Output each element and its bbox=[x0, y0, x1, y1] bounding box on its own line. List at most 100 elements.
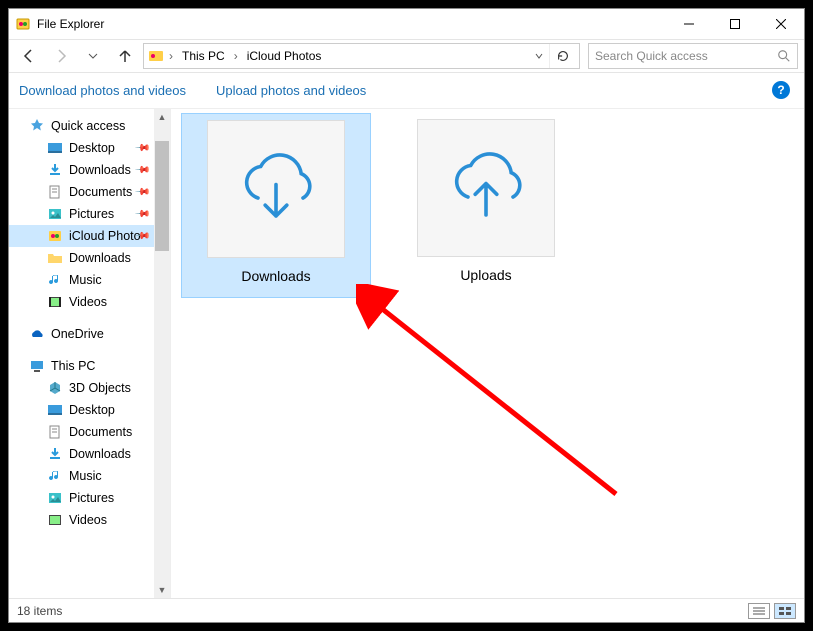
sidebar-item-music[interactable]: Music bbox=[9, 269, 170, 291]
3d-icon bbox=[47, 380, 63, 396]
search-input[interactable] bbox=[595, 49, 765, 63]
maximize-button[interactable] bbox=[712, 9, 758, 39]
music-icon bbox=[47, 272, 63, 288]
onedrive-icon bbox=[29, 326, 45, 342]
sidebar-item-label: Desktop bbox=[69, 141, 115, 155]
search-icon[interactable] bbox=[777, 49, 791, 63]
documents-icon bbox=[47, 184, 63, 200]
close-button[interactable] bbox=[758, 9, 804, 39]
music-icon bbox=[47, 468, 63, 484]
navbar: › This PC › iCloud Photos bbox=[9, 39, 804, 73]
sidebar-item-videos-pc[interactable]: Videos bbox=[9, 509, 170, 531]
sidebar-item-documents[interactable]: Documents📌 bbox=[9, 181, 170, 203]
desktop-icon bbox=[47, 402, 63, 418]
sidebar-item-music-pc[interactable]: Music bbox=[9, 465, 170, 487]
sidebar-item-label: iCloud Photo bbox=[69, 229, 141, 243]
documents-icon bbox=[47, 424, 63, 440]
content-pane[interactable]: Downloads Uploads bbox=[171, 109, 804, 598]
forward-button[interactable] bbox=[47, 43, 75, 69]
pin-icon: 📌 bbox=[133, 140, 150, 157]
sidebar-item-desktop[interactable]: Desktop 📌 bbox=[9, 137, 170, 159]
folder-icon bbox=[47, 250, 63, 266]
sidebar-item-label: Quick access bbox=[51, 119, 125, 133]
sidebar-item-label: Music bbox=[69, 273, 102, 287]
icloud-icon bbox=[47, 228, 63, 244]
recent-dropdown[interactable] bbox=[79, 43, 107, 69]
minimize-button[interactable] bbox=[666, 9, 712, 39]
command-bar: Download photos and videos Upload photos… bbox=[9, 73, 804, 109]
sidebar-item-desktop-pc[interactable]: Desktop bbox=[9, 399, 170, 421]
downloads-icon bbox=[47, 446, 63, 462]
sidebar-item-label: Music bbox=[69, 469, 102, 483]
sidebar-item-label: Pictures bbox=[69, 491, 114, 505]
cloud-download-icon bbox=[207, 120, 345, 258]
annotation-arrow bbox=[356, 284, 636, 514]
back-button[interactable] bbox=[15, 43, 43, 69]
search-box[interactable] bbox=[588, 43, 798, 69]
sidebar-item-downloads[interactable]: Downloads📌 bbox=[9, 159, 170, 181]
sidebar-item-label: Videos bbox=[69, 513, 107, 527]
pictures-icon bbox=[47, 490, 63, 506]
refresh-button[interactable] bbox=[549, 43, 575, 69]
sidebar-scrollbar[interactable]: ▲ ▼ bbox=[154, 109, 170, 598]
sidebar-item-quick-access[interactable]: Quick access bbox=[9, 115, 170, 137]
sidebar-item-label: Documents bbox=[69, 185, 132, 199]
desktop-icon bbox=[47, 140, 63, 156]
status-item-count: 18 items bbox=[17, 604, 62, 618]
sidebar-item-label: Downloads bbox=[69, 251, 131, 265]
videos-icon bbox=[47, 512, 63, 528]
pin-icon: 📌 bbox=[133, 162, 150, 179]
downloads-icon bbox=[47, 162, 63, 178]
folder-tile-downloads[interactable]: Downloads bbox=[181, 113, 371, 298]
scroll-down-icon[interactable]: ▼ bbox=[154, 582, 170, 598]
star-icon bbox=[29, 118, 45, 134]
address-dropdown[interactable] bbox=[531, 52, 547, 60]
status-bar: 18 items bbox=[9, 598, 804, 622]
tile-label: Uploads bbox=[460, 267, 511, 283]
upload-photos-link[interactable]: Upload photos and videos bbox=[216, 83, 366, 98]
sidebar-item-documents-pc[interactable]: Documents bbox=[9, 421, 170, 443]
up-button[interactable] bbox=[111, 43, 139, 69]
sidebar-item-label: Desktop bbox=[69, 403, 115, 417]
sidebar-item-label: Downloads bbox=[69, 447, 131, 461]
sidebar-item-label: Downloads bbox=[69, 163, 131, 177]
location-icon bbox=[148, 48, 164, 64]
sidebar-item-this-pc[interactable]: This PC bbox=[9, 355, 170, 377]
nav-tree: Quick access Desktop📌 Downloads📌 Documen… bbox=[9, 109, 171, 598]
breadcrumb-segment[interactable]: This PC bbox=[178, 44, 229, 68]
sidebar-item-label: OneDrive bbox=[51, 327, 104, 341]
sidebar-item-3d-objects[interactable]: 3D Objects bbox=[9, 377, 170, 399]
pc-icon bbox=[29, 358, 45, 374]
window-title: File Explorer bbox=[37, 17, 104, 31]
view-details-button[interactable] bbox=[748, 603, 770, 619]
sidebar-item-label: Documents bbox=[69, 425, 132, 439]
titlebar: File Explorer bbox=[9, 9, 804, 39]
sidebar-item-pictures-pc[interactable]: Pictures bbox=[9, 487, 170, 509]
pin-icon: 📌 bbox=[133, 184, 150, 201]
pictures-icon bbox=[47, 206, 63, 222]
scroll-up-icon[interactable]: ▲ bbox=[154, 109, 170, 125]
sidebar-item-downloads-pc[interactable]: Downloads bbox=[9, 443, 170, 465]
folder-tile-uploads[interactable]: Uploads bbox=[391, 113, 581, 298]
sidebar-item-icloud-photos[interactable]: iCloud Photo📌 bbox=[9, 225, 170, 247]
sidebar-item-pictures[interactable]: Pictures 📌 bbox=[9, 203, 170, 225]
sidebar-item-videos[interactable]: Videos bbox=[9, 291, 170, 313]
pin-icon: 📌 bbox=[133, 206, 150, 223]
sidebar-item-downloads-folder[interactable]: Downloads bbox=[9, 247, 170, 269]
breadcrumb-segment[interactable]: iCloud Photos bbox=[243, 44, 326, 68]
download-photos-link[interactable]: Download photos and videos bbox=[19, 83, 186, 98]
sidebar-item-onedrive[interactable]: OneDrive bbox=[9, 323, 170, 345]
sidebar-item-label: Videos bbox=[69, 295, 107, 309]
chevron-right-icon[interactable]: › bbox=[231, 49, 241, 63]
scrollbar-thumb[interactable] bbox=[155, 141, 169, 251]
view-large-icons-button[interactable] bbox=[774, 603, 796, 619]
sidebar-item-label: 3D Objects bbox=[69, 381, 131, 395]
sidebar-item-label: Pictures bbox=[69, 207, 114, 221]
address-bar[interactable]: › This PC › iCloud Photos bbox=[143, 43, 580, 69]
cloud-upload-icon bbox=[417, 119, 555, 257]
sidebar-item-label: This PC bbox=[51, 359, 95, 373]
help-button[interactable]: ? bbox=[772, 81, 790, 99]
chevron-right-icon[interactable]: › bbox=[166, 49, 176, 63]
videos-icon bbox=[47, 294, 63, 310]
app-icon bbox=[15, 16, 31, 32]
